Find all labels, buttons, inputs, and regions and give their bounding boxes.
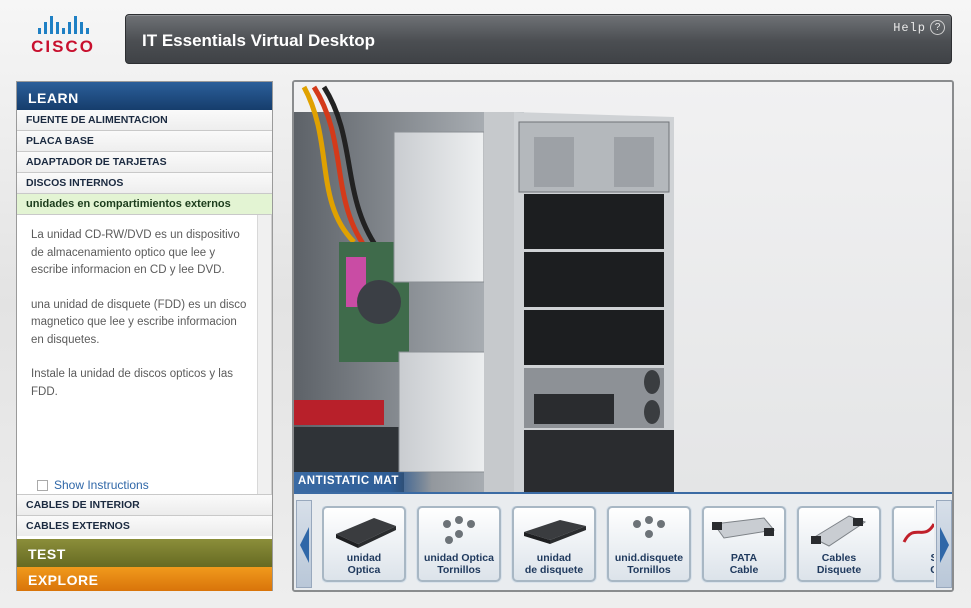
help-question-icon[interactable]: ? [930,20,945,35]
cisco-bars-icon [18,14,108,34]
part-label-line1: unidad [536,552,572,564]
part-floppy-cable[interactable]: Cables Disquete [797,506,881,582]
menu-item-power-supply[interactable]: FUENTE DE ALIMENTACION [17,110,272,131]
show-instructions-label[interactable]: Show Instructions [54,478,149,492]
computer-case-image[interactable] [294,82,954,492]
pata-cable-icon [712,517,775,539]
show-instructions-toggle[interactable]: Show Instructions [37,478,149,492]
learn-header[interactable]: LEARN [17,82,272,110]
description-scrollbar[interactable] [257,215,271,494]
antistatic-mat-label: ANTISTATIC MAT [294,472,432,492]
part-label-line2: Optica [347,564,381,576]
part-sata-cable[interactable]: SC [892,506,934,582]
description-paragraph: La unidad CD-RW/DVD es un dispositivo de… [31,229,240,276]
part-label: SC [894,552,934,576]
cisco-wordmark: CISCO [31,37,95,56]
show-instructions-checkbox[interactable] [37,479,48,491]
screws-icon [443,516,475,544]
menu-item-adapter-cards[interactable]: ADAPTADOR DE TARJETAS [17,152,272,173]
part-label: Cables Disquete [799,552,879,576]
part-label-line2: Tornillos [627,564,671,576]
tray-scroll-right-button[interactable] [936,500,952,588]
description-paragraph: Instale la unidad de discos opticos y la… [31,368,234,398]
part-optical-drive[interactable]: unidad Optica [322,506,406,582]
part-label: unid.disquete Tornillos [609,552,689,576]
part-label-line1: PATA [730,552,758,564]
part-label: PATA Cable [704,552,784,576]
title-bar: IT Essentials Virtual Desktop Help ? [125,14,952,64]
menu-item-external-cables[interactable]: CABLES EXTERNOS [17,515,272,536]
part-label-line1: Cables [821,552,857,564]
menu-item-internal-drives[interactable]: DISCOS INTERNOS [17,173,272,194]
parts-tray: unidad Optica unidad Optica Tornillos unid… [294,492,952,590]
sidebar: LEARN FUENTE DE ALIMENTACION PLACA BASE … [16,81,273,591]
part-label-line1: unidad Optica [423,552,494,564]
arrow-right-icon[interactable] [939,527,951,563]
app-title: IT Essentials Virtual Desktop [142,31,376,50]
part-label-line2: Cable [729,564,759,576]
menu-item-internal-cables[interactable]: CABLES DE INTERIOR [17,494,272,515]
tray-scroll-left-button[interactable] [296,500,312,588]
computer-case-scene[interactable]: ANTISTATIC MAT [294,82,954,492]
part-label-line2: de disquete [524,564,584,576]
screws-icon [633,516,665,538]
workspace-panel: ANTISTATIC MAT unidad Optica unidad Optic… [292,80,954,592]
menu-item-external-bays[interactable]: unidades en compartimientos externos [17,194,272,215]
part-label-line1: unid.disquete [614,552,684,564]
part-optical-screws[interactable]: unidad Optica Tornillos [417,506,501,582]
description-text: La unidad CD-RW/DVD es un dispositivo de… [17,215,271,401]
explore-section-button[interactable]: EXPLORE [17,567,272,591]
optical-drive-icon [336,518,396,548]
help-label[interactable]: Help [893,21,926,35]
part-pata-cable[interactable]: PATA Cable [702,506,786,582]
part-label-line2: C [894,564,934,576]
part-label-line1: unidad [346,552,382,564]
part-label-line2: Tornillos [437,564,481,576]
part-label-line1: S [894,552,934,564]
menu-item-motherboard[interactable]: PLACA BASE [17,131,272,152]
description-panel: La unidad CD-RW/DVD es un dispositivo de… [17,215,272,494]
description-paragraph: una unidad de disquete (FDD) es un disco… [31,298,247,346]
part-label: unidad de disquete [514,552,594,576]
floppy-cable-icon [811,515,867,547]
floppy-drive-icon [524,520,586,544]
part-floppy-screws[interactable]: unid.disquete Tornillos [607,506,691,582]
cisco-logo: CISCO [18,14,108,62]
part-floppy-drive[interactable]: unidad de disquete [512,506,596,582]
part-label: unidad Optica [324,552,404,576]
test-section-button[interactable]: TEST [17,539,272,567]
arrow-left-icon[interactable] [299,527,311,563]
part-label-line2: Disquete [816,564,862,576]
part-label: unidad Optica Tornillos [419,552,499,576]
help-button[interactable]: Help ? [893,20,945,35]
sata-cable-icon [902,523,934,543]
parts-tiles: unidad Optica unidad Optica Tornillos unid… [322,506,934,584]
